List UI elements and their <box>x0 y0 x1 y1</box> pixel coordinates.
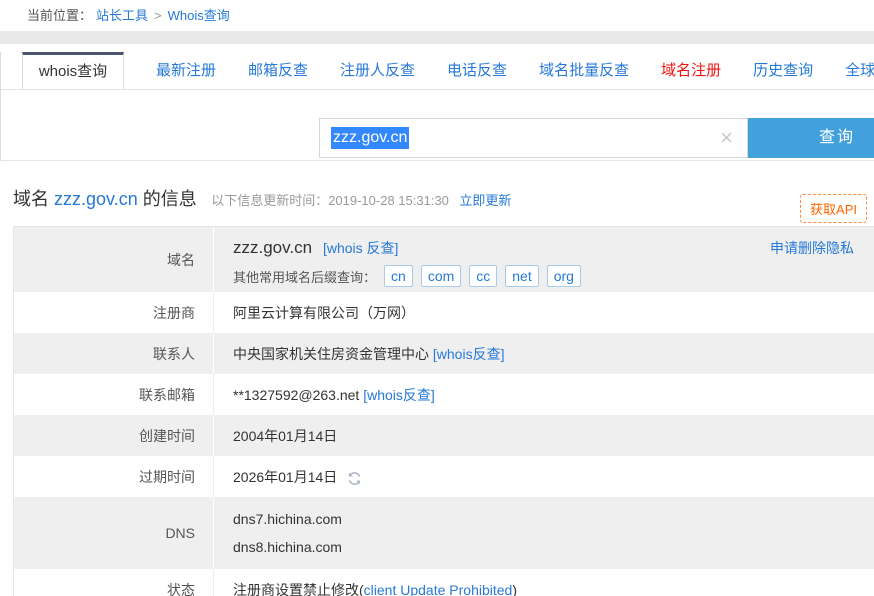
created-value: 2004年01月14日 <box>233 427 338 444</box>
update-time-note: 以下信息更新时间：2019-10-28 15:31:30 <box>211 193 449 208</box>
table-row-status: 状态 注册商设置禁止修改(client Update Prohibited) <box>14 569 874 596</box>
table-row-dns: DNS dns7.hichina.com dns8.hichina.com <box>14 497 874 569</box>
suffix-button-com[interactable]: com <box>420 265 462 287</box>
row-label: 域名 <box>14 227 214 292</box>
table-row-expire: 过期时间 2026年01月14日 <box>14 456 874 497</box>
table-row-contact: 联系人 中央国家机关住房资金管理中心 [whois反查] <box>14 333 874 374</box>
search-button[interactable]: 查询 <box>748 118 874 158</box>
title-prefix: 域名 <box>13 189 55 209</box>
breadcrumb-link-home[interactable]: 站长工具 <box>96 8 148 23</box>
contact-whois-reverse-link[interactable]: [whois反查] <box>433 344 505 364</box>
search-input-value[interactable]: zzz.gov.cn <box>331 127 410 149</box>
dns-server-1: dns7.hichina.com <box>233 511 342 527</box>
row-label: 过期时间 <box>14 456 214 497</box>
whois-page: 当前位置： 站长工具 > Whois查询 whois查询 最新注册 邮箱反查 注册人反查 电话… <box>0 0 874 596</box>
status-prefix: 注册商设置禁止修改( <box>233 581 364 596</box>
contact-value: 中央国家机关住房资金管理中心 <box>233 345 429 362</box>
domain-text: zzz.gov.cn <box>233 238 313 257</box>
table-row-domain: 域名 zzz.gov.cn [whois 反查] 其他常用域名后缀查询： cn … <box>14 227 874 292</box>
tab-global-suffix[interactable]: 全球域名后缀 <box>845 52 874 89</box>
email-value: **1327592@263.net <box>233 386 360 403</box>
search-row: zzz.gov.cn × 查询 <box>1 118 874 158</box>
title-suffix: 的信息 <box>137 189 197 209</box>
refresh-icon[interactable] <box>346 470 363 487</box>
tab-bar: whois查询 最新注册 邮箱反查 注册人反查 电话反查 域名批量反查 域名注册 历史查询 全球… <box>1 52 874 90</box>
expire-value: 2026年01月14日 <box>233 468 338 485</box>
table-row-email: 联系邮箱 **1327592@263.net [whois反查] <box>14 374 874 415</box>
dns-server-2: dns8.hichina.com <box>233 539 342 555</box>
row-label: 联系邮箱 <box>14 374 214 415</box>
registrar-value: 阿里云计算有限公司（万网） <box>233 304 415 321</box>
breadcrumb-link-whois[interactable]: Whois查询 <box>168 8 230 23</box>
remove-privacy-link[interactable]: 申请删除隐私 <box>770 238 854 258</box>
breadcrumb: 当前位置： 站长工具 > Whois查询 <box>0 0 874 31</box>
tab-newest-registered[interactable]: 最新注册 <box>156 52 216 89</box>
tab-phone-reverse[interactable]: 电话反查 <box>447 52 507 89</box>
breadcrumb-label: 当前位置： <box>27 8 93 23</box>
suffix-button-org[interactable]: org <box>546 265 581 287</box>
suffix-button-cc[interactable]: cc <box>469 265 498 287</box>
suffix-query-line: 其他常用域名后缀查询： cn com cc net org <box>233 265 874 287</box>
status-suffix: ) <box>512 581 517 596</box>
table-row-created: 创建时间 2004年01月14日 <box>14 415 874 456</box>
page-title: 域名 zzz.gov.cn 的信息 <box>13 189 197 209</box>
suffix-button-net[interactable]: net <box>505 265 539 287</box>
whois-reverse-link[interactable]: [whois 反查] <box>323 240 398 256</box>
breadcrumb-separator: > <box>154 8 162 23</box>
tab-email-reverse[interactable]: 邮箱反查 <box>248 52 308 89</box>
row-label: 状态 <box>14 569 214 596</box>
row-label: 创建时间 <box>14 415 214 456</box>
suffix-query-label: 其他常用域名后缀查询： <box>233 269 377 285</box>
row-label: 联系人 <box>14 333 214 374</box>
suffix-button-cn[interactable]: cn <box>384 265 413 287</box>
title-domain-link[interactable]: zzz.gov.cn <box>54 189 138 209</box>
table-row-registrar: 注册商 阿里云计算有限公司（万网） <box>14 292 874 333</box>
tab-whois-query[interactable]: whois查询 <box>22 52 124 89</box>
search-input[interactable]: zzz.gov.cn × <box>319 118 748 158</box>
info-header: 域名 zzz.gov.cn 的信息 以下信息更新时间：2019-10-28 15… <box>0 161 874 226</box>
section-divider <box>0 31 874 44</box>
status-link[interactable]: client Update Prohibited <box>364 582 513 596</box>
clear-icon[interactable]: × <box>720 125 733 151</box>
get-api-button[interactable]: 获取API <box>800 194 867 223</box>
whois-table: 域名 zzz.gov.cn [whois 反查] 其他常用域名后缀查询： cn … <box>13 226 874 596</box>
tab-batch-reverse[interactable]: 域名批量反查 <box>539 52 629 89</box>
email-whois-reverse-link[interactable]: [whois反查] <box>363 385 435 405</box>
tab-domain-register[interactable]: 域名注册 <box>661 52 721 89</box>
tab-registrant-reverse[interactable]: 注册人反查 <box>340 52 415 89</box>
row-label: 注册商 <box>14 292 214 333</box>
tab-history-query[interactable]: 历史查询 <box>753 52 813 89</box>
row-label: DNS <box>14 497 214 569</box>
update-now-link[interactable]: 立即更新 <box>459 193 511 208</box>
whois-panel: whois查询 最新注册 邮箱反查 注册人反查 电话反查 域名批量反查 域名注册 历史查询 全球… <box>0 52 874 161</box>
row-value: zzz.gov.cn [whois 反查] 其他常用域名后缀查询： cn com… <box>214 227 874 292</box>
